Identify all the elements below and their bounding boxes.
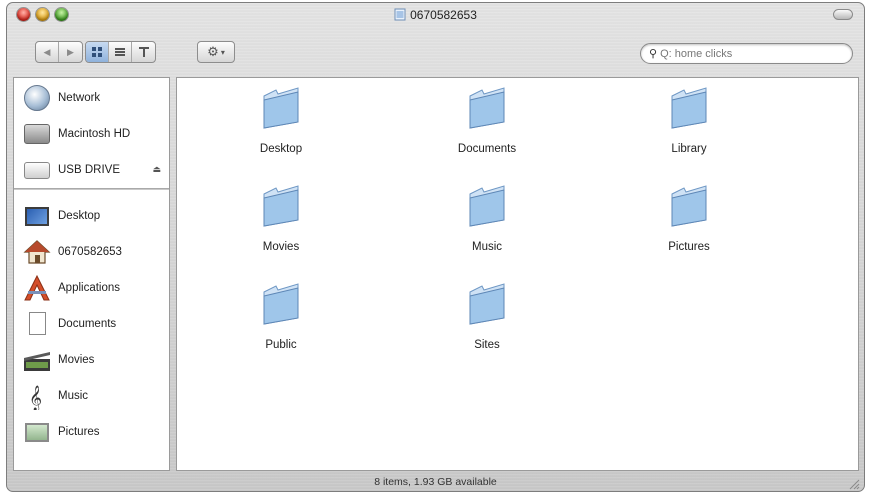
resize-grip-icon[interactable] <box>848 478 860 490</box>
column-view-button[interactable] <box>132 42 155 62</box>
list-view-button[interactable] <box>109 42 132 62</box>
folder-label: Library <box>671 143 707 155</box>
back-arrow-icon: ◀ <box>43 46 51 57</box>
chevron-down-icon: ▾ <box>220 47 225 57</box>
forward-button[interactable]: ▶ <box>59 42 82 62</box>
desktop-icon <box>25 207 49 226</box>
folder-icon <box>671 185 707 227</box>
navigation-segment: ◀ ▶ <box>35 41 83 63</box>
folder-desktop[interactable]: Desktop <box>231 86 331 155</box>
search-icon: ⚲ <box>649 48 658 60</box>
sidebar-item-label: Movies <box>58 354 95 366</box>
folder-public[interactable]: Public <box>231 282 331 351</box>
toolbar-toggle-button[interactable] <box>833 9 853 20</box>
folder-proxy-icon[interactable] <box>394 8 406 21</box>
folder-icon <box>263 185 299 227</box>
sidebar-item-desktop[interactable]: Desktop <box>14 200 169 232</box>
folder-movies[interactable]: Movies <box>231 184 331 253</box>
movies-icon <box>24 352 50 371</box>
sidebar-item-label: Network <box>58 92 101 104</box>
folder-icon <box>469 87 505 129</box>
usb-drive-icon <box>24 162 50 179</box>
window-title: 0670582653 <box>410 8 477 22</box>
sidebar-item-label: Desktop <box>58 210 101 222</box>
column-view-icon <box>138 47 149 57</box>
folder-label: Pictures <box>668 241 710 253</box>
documents-icon <box>29 312 46 335</box>
gear-icon: ⚙ <box>207 44 219 59</box>
status-bar: 8 items, 1.93 GB available <box>7 471 864 491</box>
sidebar-item-label: 0670582653 <box>58 246 122 258</box>
sidebar-item-usb-drive[interactable]: USB DRIVE ⏏ <box>14 154 169 186</box>
svg-text:𝄞: 𝄞 <box>29 385 42 410</box>
action-menu-button[interactable]: ⚙ ▾ <box>197 41 235 63</box>
eject-icon[interactable]: ⏏ <box>152 164 161 175</box>
sidebar-item-label: USB DRIVE <box>58 164 120 176</box>
sidebar-item-label: Pictures <box>58 426 100 438</box>
folder-icon <box>469 185 505 227</box>
folder-icon <box>671 87 707 129</box>
sidebar-item-label: Music <box>58 390 89 402</box>
back-button[interactable]: ◀ <box>36 42 59 62</box>
folder-label: Desktop <box>259 143 303 155</box>
folder-documents[interactable]: Documents <box>437 86 537 155</box>
folder-music[interactable]: Music <box>437 184 537 253</box>
folder-label: Documents <box>457 143 517 155</box>
file-browser-content: Desktop Documents Library Movies Music P… <box>176 77 859 471</box>
status-text: 8 items, 1.93 GB available <box>374 476 497 488</box>
folder-label: Music <box>471 241 503 253</box>
icon-view-button[interactable] <box>86 42 109 62</box>
network-globe-icon <box>24 85 50 111</box>
sidebar-item-label: Macintosh HD <box>58 128 131 140</box>
hard-drive-icon <box>24 124 50 144</box>
toolbar: ◀ ▶ ⚙ ▾ ⚲ Q: home clicks <box>7 27 864 77</box>
folder-sites[interactable]: Sites <box>437 282 537 351</box>
search-input[interactable]: Q: home clicks <box>660 48 732 60</box>
sidebar-item-home[interactable]: 0670582653 <box>14 236 169 268</box>
folder-icon <box>469 283 505 325</box>
folder-label: Public <box>265 339 297 351</box>
folder-icon <box>263 87 299 129</box>
folder-library[interactable]: Library <box>639 86 739 155</box>
sidebar-item-network[interactable]: Network <box>14 82 169 114</box>
sidebar-divider <box>14 188 169 190</box>
applications-icon <box>24 274 50 301</box>
sidebar-item-label: Documents <box>58 318 117 330</box>
folder-icon <box>263 283 299 325</box>
sidebar-item-label: Applications <box>58 282 121 294</box>
pictures-icon <box>25 423 49 442</box>
search-field[interactable]: ⚲ Q: home clicks <box>640 43 853 64</box>
sidebar-item-pictures[interactable]: Pictures <box>14 416 169 448</box>
home-icon <box>23 240 51 264</box>
title-bar[interactable]: 0670582653 <box>7 3 864 27</box>
window-title-area: 0670582653 <box>7 8 864 22</box>
music-icon: 𝄞 <box>29 385 42 411</box>
folder-label: Movies <box>262 241 300 253</box>
sidebar-item-macintosh-hd[interactable]: Macintosh HD <box>14 118 169 150</box>
sidebar-item-music[interactable]: 𝄞 Music <box>14 380 169 412</box>
folder-pictures[interactable]: Pictures <box>639 184 739 253</box>
sidebar: Network Macintosh HD USB DRIVE ⏏ Desktop <box>13 77 170 471</box>
sidebar-item-movies[interactable]: Movies <box>14 344 169 376</box>
folder-label: Sites <box>474 339 500 351</box>
finder-window: 0670582653 ◀ ▶ ⚙ ▾ ⚲ Q: home clicks Netw… <box>6 2 865 492</box>
sidebar-item-documents[interactable]: Documents <box>14 308 169 340</box>
sidebar-item-applications[interactable]: Applications <box>14 272 169 304</box>
view-mode-segment <box>85 41 156 63</box>
forward-arrow-icon: ▶ <box>67 46 74 57</box>
list-view-icon <box>115 48 125 56</box>
icon-view-icon <box>92 47 102 57</box>
